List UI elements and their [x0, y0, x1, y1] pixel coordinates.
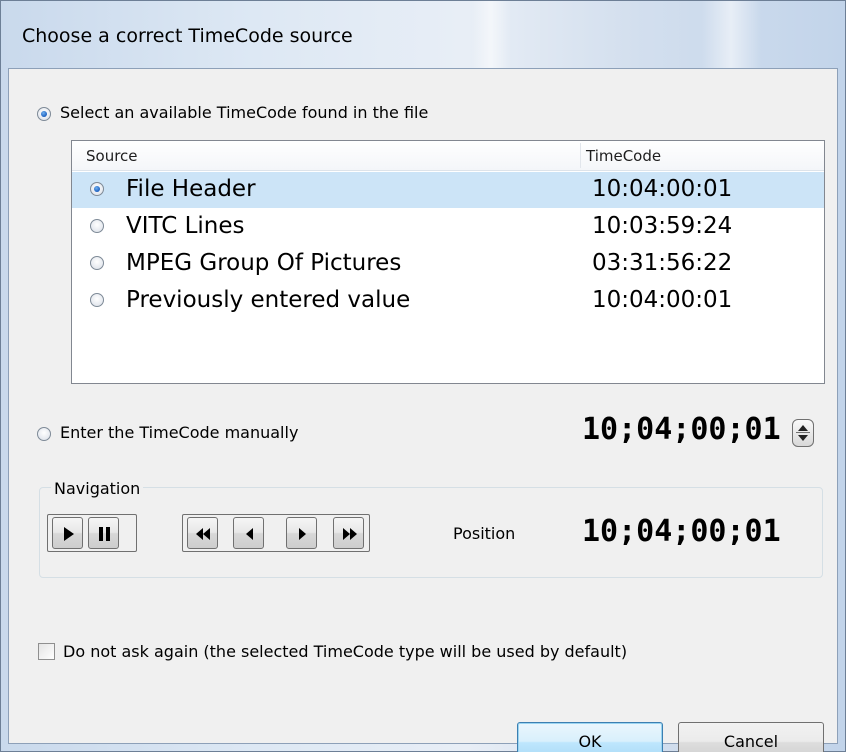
spin-up-icon[interactable] [798, 425, 808, 431]
pause-icon [99, 527, 110, 541]
glass-reflection [701, 1, 761, 73]
timecode-source-list[interactable]: Source TimeCode File Header 10:04:00:01 … [71, 140, 825, 384]
list-header: Source TimeCode [72, 141, 824, 171]
list-row-mpeg-gop[interactable]: MPEG Group Of Pictures 03:31:56:22 [72, 246, 824, 282]
row-timecode: 10:04:00:01 [592, 287, 733, 313]
list-row-previous-value[interactable]: Previously entered value 10:04:00:01 [72, 283, 824, 319]
row-timecode: 10:04:00:01 [592, 176, 733, 202]
column-divider[interactable] [580, 143, 581, 168]
pause-button[interactable] [88, 517, 119, 549]
dialog-client-area: Select an available TimeCode found in th… [8, 68, 838, 752]
row-source: MPEG Group Of Pictures [126, 250, 402, 276]
row-radio[interactable] [90, 293, 104, 307]
play-icon [64, 527, 74, 541]
glass-reflection [471, 1, 511, 73]
do-not-ask-checkbox[interactable] [38, 643, 55, 660]
dialog-title: Choose a correct TimeCode source [22, 25, 353, 47]
row-timecode: 03:31:56:22 [592, 250, 733, 276]
row-source: File Header [126, 176, 256, 202]
option-file-label[interactable]: Select an available TimeCode found in th… [60, 103, 428, 122]
cancel-button[interactable]: Cancel [678, 722, 824, 752]
step-back-icon [246, 528, 253, 540]
dialog-window: Choose a correct TimeCode source Select … [0, 0, 846, 752]
column-header-timecode[interactable]: TimeCode [586, 147, 661, 165]
rewind-button[interactable] [187, 517, 218, 549]
row-timecode: 10:03:59:24 [592, 213, 733, 239]
navigation-group-label: Navigation [51, 479, 144, 498]
row-source: Previously entered value [126, 287, 411, 313]
option-file-radio[interactable] [37, 107, 51, 121]
column-header-source[interactable]: Source [86, 147, 138, 165]
spin-down-icon[interactable] [798, 435, 808, 441]
row-radio[interactable] [90, 256, 104, 270]
row-source: VITC Lines [126, 213, 245, 239]
fast-forward-button[interactable] [333, 517, 364, 549]
manual-timecode-field[interactable]: 10;04;00;01 [582, 412, 781, 447]
step-forward-icon [299, 528, 306, 540]
row-radio[interactable] [90, 219, 104, 233]
list-row-vitc-lines[interactable]: VITC Lines 10:03:59:24 [72, 209, 824, 245]
fast-forward-icon [343, 528, 357, 540]
do-not-ask-label[interactable]: Do not ask again (the selected TimeCode … [63, 642, 627, 661]
row-radio[interactable] [90, 182, 104, 196]
step-back-button[interactable] [233, 517, 264, 549]
option-manual-label[interactable]: Enter the TimeCode manually [60, 423, 298, 442]
step-forward-button[interactable] [286, 517, 317, 549]
position-label: Position [453, 524, 516, 543]
option-manual-radio[interactable] [37, 427, 51, 441]
rewind-icon [196, 528, 210, 540]
position-timecode: 10;04;00;01 [582, 514, 781, 549]
play-button[interactable] [52, 517, 83, 549]
list-row-file-header[interactable]: File Header 10:04:00:01 [72, 172, 824, 208]
timecode-spinner[interactable] [792, 419, 814, 447]
spin-divider [796, 432, 810, 433]
ok-button[interactable]: OK [517, 722, 663, 752]
